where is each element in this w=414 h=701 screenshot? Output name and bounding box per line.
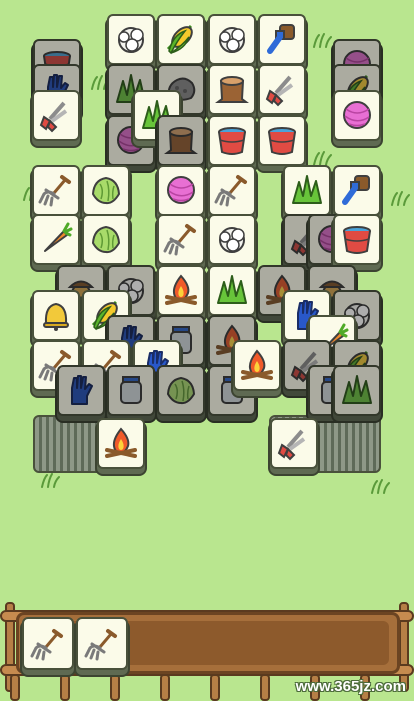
tray-slot-tile	[22, 617, 74, 670]
tile-bucket[interactable]	[333, 214, 381, 265]
fork-icon	[163, 224, 196, 256]
grass-tuft-decoration	[41, 473, 60, 488]
lettuce-icon	[91, 225, 121, 254]
bucket-icon	[268, 127, 296, 155]
carrot-icon	[44, 222, 73, 252]
glove-icon	[71, 375, 93, 405]
tile-glove	[57, 365, 105, 416]
pruner-icon	[39, 101, 68, 133]
yarn-icon	[167, 176, 195, 204]
lettuce-icon	[91, 176, 121, 205]
tile-fork[interactable]	[32, 165, 80, 216]
tile-campfire[interactable]	[233, 340, 281, 391]
tile-yarn[interactable]	[157, 165, 205, 216]
grass-icon	[217, 275, 247, 304]
stump-icon	[215, 76, 249, 103]
fork-icon	[30, 629, 63, 661]
bucket-icon	[343, 226, 371, 254]
tile-jar	[107, 365, 155, 416]
fork-icon	[84, 629, 117, 661]
fence-post	[10, 674, 20, 701]
tile-bucket[interactable]	[258, 115, 306, 166]
tile-bucket[interactable]	[208, 115, 256, 166]
tile-grass[interactable]	[283, 165, 331, 216]
yarn-icon	[343, 101, 371, 129]
tile-stump[interactable]	[208, 64, 256, 115]
fence-post	[60, 674, 70, 701]
tile-pruner[interactable]	[32, 90, 80, 141]
grass-tuft-decoration	[371, 479, 390, 494]
tile-grass[interactable]	[208, 265, 256, 316]
tile-cotton[interactable]	[208, 14, 256, 65]
fence-post	[160, 674, 170, 701]
watermark: www.365jz.com	[295, 678, 406, 695]
tile-fork[interactable]	[208, 165, 256, 216]
campfire-icon	[165, 274, 197, 305]
tile-lettuce[interactable]	[82, 214, 130, 265]
grass-tuft-decoration	[313, 151, 332, 166]
tile-stump	[157, 115, 205, 166]
tile-cotton[interactable]	[208, 214, 256, 265]
brush-icon	[267, 24, 295, 54]
lettuce-icon	[166, 376, 196, 405]
fence-post	[110, 674, 120, 701]
tile-lettuce[interactable]	[82, 165, 130, 216]
fence-post	[260, 674, 270, 701]
fork-icon	[38, 175, 71, 207]
tile-carrot[interactable]	[32, 214, 80, 265]
tile-pruner[interactable]	[270, 418, 318, 469]
tile-bell[interactable]	[32, 290, 80, 341]
tile-pruner[interactable]	[258, 64, 306, 115]
tile-campfire[interactable]	[97, 418, 145, 469]
tile-cotton[interactable]	[107, 14, 155, 65]
tile-grass	[333, 365, 381, 416]
campfire-icon	[105, 427, 137, 458]
tile-brush[interactable]	[333, 165, 381, 216]
grass-icon	[292, 175, 322, 204]
grass-tuft-decoration	[391, 191, 410, 206]
bucket-icon	[218, 127, 246, 155]
jar-icon	[120, 376, 142, 404]
tile-corn[interactable]	[157, 14, 205, 65]
fence-post	[210, 674, 220, 701]
tile-campfire[interactable]	[157, 265, 205, 316]
bell-icon	[43, 302, 69, 331]
campfire-icon	[241, 349, 273, 380]
grass-icon	[342, 375, 372, 404]
tray-slot-tile	[76, 617, 128, 670]
corn-icon	[166, 24, 193, 55]
stump-icon	[164, 127, 198, 154]
cotton-icon	[219, 27, 245, 53]
cotton-icon	[118, 27, 144, 53]
tile-yarn[interactable]	[333, 90, 381, 141]
pruner-icon	[265, 75, 294, 107]
cotton-icon	[219, 227, 245, 253]
pruner-icon	[277, 429, 306, 461]
fork-icon	[214, 175, 247, 207]
tile-fork[interactable]	[157, 214, 205, 265]
tile-brush[interactable]	[258, 14, 306, 65]
grass-tuft-decoration	[313, 33, 332, 48]
tile-lettuce	[157, 365, 205, 416]
brush-icon	[342, 175, 370, 205]
